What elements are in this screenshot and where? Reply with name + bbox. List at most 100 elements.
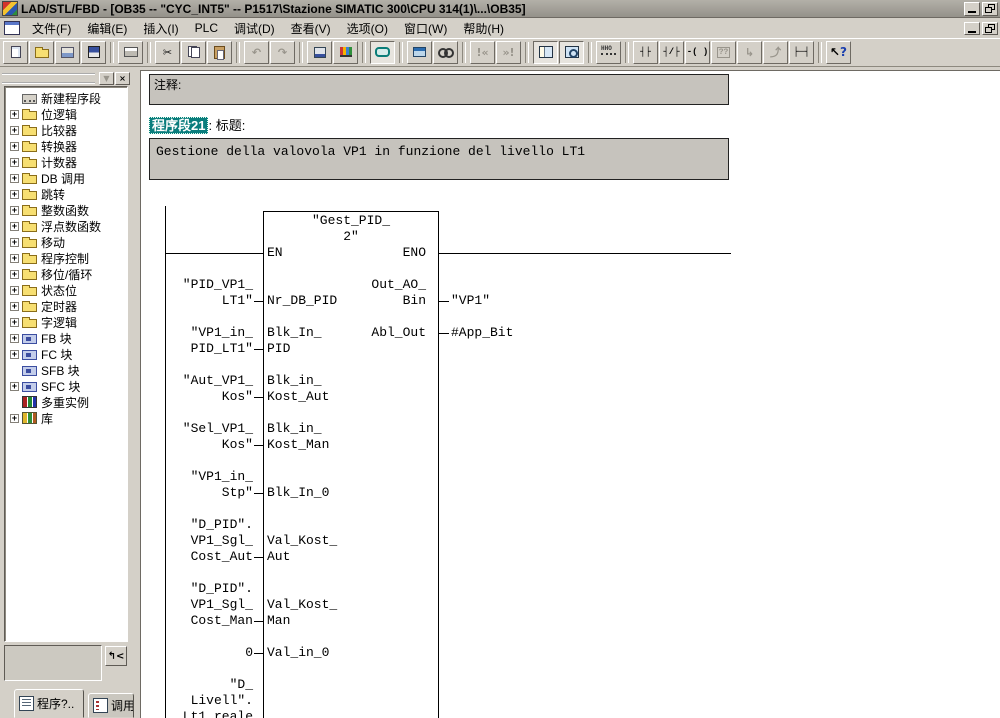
panel-dropdown-button[interactable]: ▼ — [99, 72, 114, 85]
sidebar-item[interactable]: +计数器 — [5, 154, 127, 170]
document-window-icon[interactable] — [4, 21, 20, 35]
sidebar-item[interactable]: +程序控制 — [5, 250, 127, 266]
fbd-operand[interactable]: #App_Bit — [451, 325, 513, 341]
expand-icon[interactable]: + — [10, 286, 19, 295]
expand-icon[interactable]: + — [10, 302, 19, 311]
paste-button[interactable] — [207, 41, 232, 64]
cut-button[interactable]: ✂ — [155, 41, 180, 64]
menu-debug[interactable]: 调试(D) — [226, 18, 283, 39]
sidebar-item[interactable]: +DB 调用 — [5, 170, 127, 186]
empty-box-button[interactable]: ?? — [711, 41, 736, 64]
sidebar-item[interactable]: +库 — [5, 410, 127, 426]
drag-grip[interactable] — [2, 73, 95, 84]
sidebar-item[interactable]: +移动 — [5, 234, 127, 250]
menu-file[interactable]: 文件(F) — [24, 18, 79, 39]
expand-icon[interactable]: + — [10, 318, 19, 327]
sidebar-item[interactable]: +状态位 — [5, 282, 127, 298]
mdi-minimize-button[interactable] — [964, 22, 980, 35]
sidebar-item[interactable]: +移位/循环 — [5, 266, 127, 282]
expand-icon[interactable]: + — [10, 270, 19, 279]
help-cursor-button[interactable]: ↖? — [826, 41, 851, 64]
expand-icon[interactable]: + — [10, 174, 19, 183]
redo-button[interactable]: ↷ — [270, 41, 295, 64]
close-branch-button[interactable]: ⤴ — [763, 41, 788, 64]
panel-close-button[interactable]: × — [115, 72, 130, 85]
sidebar-item[interactable]: 新建程序段 — [5, 90, 127, 106]
expand-icon[interactable]: + — [10, 334, 19, 343]
expand-icon[interactable]: + — [10, 254, 19, 263]
no-contact-button[interactable]: ┤├ — [633, 41, 658, 64]
nc-contact-button[interactable]: ┤/├ — [659, 41, 684, 64]
tab-program-elements[interactable]: 程序?.. — [14, 689, 84, 718]
expand-icon[interactable]: + — [10, 238, 19, 247]
menu-help[interactable]: 帮助(H) — [455, 18, 512, 39]
fbd-operand[interactable]: "VP1_in_ Stp" — [141, 469, 253, 501]
sidebar-item[interactable]: +比较器 — [5, 122, 127, 138]
sidebar-item[interactable]: +SFC 块 — [5, 378, 127, 394]
fbd-operand[interactable]: 0 — [141, 645, 253, 661]
undo-button[interactable]: ↶ — [244, 41, 269, 64]
menu-insert[interactable]: 插入(I) — [135, 18, 186, 39]
symbol-information-button[interactable] — [370, 41, 395, 64]
overview-button[interactable] — [559, 41, 584, 64]
mdi-restore-button[interactable] — [982, 22, 998, 35]
expand-icon[interactable]: + — [10, 190, 19, 199]
sidebar-item[interactable]: +FB 块 — [5, 330, 127, 346]
goto-previous-error-button[interactable]: !« — [470, 41, 495, 64]
menu-window[interactable]: 窗口(W) — [396, 18, 455, 39]
monitor-on-off-button[interactable] — [433, 41, 458, 64]
new-button[interactable] — [3, 41, 28, 64]
expand-icon[interactable]: + — [10, 158, 19, 167]
fbd-operand[interactable]: "PID_VP1_ LT1" — [141, 277, 253, 309]
menu-view[interactable]: 查看(V) — [283, 18, 339, 39]
minimize-button[interactable] — [964, 2, 980, 16]
expand-icon[interactable]: + — [10, 382, 19, 391]
network-connection-button[interactable] — [407, 41, 432, 64]
jump-back-button[interactable]: ↰< — [105, 646, 127, 666]
expand-icon[interactable]: + — [10, 110, 19, 119]
sidebar-item[interactable]: +浮点数函数 — [5, 218, 127, 234]
tab-call-structure[interactable]: 调用 — [88, 693, 134, 718]
expand-icon[interactable]: + — [10, 222, 19, 231]
fbd-operand[interactable]: "D_ Livell". Lt1 reale — [141, 677, 253, 718]
sidebar-item[interactable]: SFB 块 — [5, 362, 127, 378]
sidebar-item[interactable]: +位逻辑 — [5, 106, 127, 122]
coil-button[interactable]: -( ) — [685, 41, 710, 64]
save-button[interactable] — [81, 41, 106, 64]
sidebar-item[interactable]: +定时器 — [5, 298, 127, 314]
download-button[interactable] — [307, 41, 332, 64]
sidebar-item[interactable]: +跳转 — [5, 186, 127, 202]
fbd-operand[interactable]: "D_PID". VP1_Sgl_ Cost_Man — [141, 581, 253, 629]
fbd-operand[interactable]: "D_PID". VP1_Sgl_ Cost_Aut — [141, 517, 253, 565]
sidebar-item[interactable]: 多重实例 — [5, 394, 127, 410]
open-online-button[interactable] — [55, 41, 80, 64]
sidebar-item[interactable]: +FC 块 — [5, 346, 127, 362]
sidebar-item[interactable]: +转换器 — [5, 138, 127, 154]
block-title[interactable]: "Gest_PID_ 2" — [263, 213, 439, 245]
fbd-operand[interactable]: "Aut_VP1_ Kos" — [141, 373, 253, 405]
expand-icon[interactable]: + — [10, 126, 19, 135]
expand-icon[interactable]: + — [10, 142, 19, 151]
expand-icon[interactable]: + — [10, 414, 19, 423]
new-network-button[interactable] — [596, 41, 621, 64]
menu-options[interactable]: 选项(O) — [339, 18, 396, 39]
print-button[interactable] — [118, 41, 143, 64]
fbd-operand[interactable]: "VP1_in_ PID_LT1" — [141, 325, 253, 357]
copy-button[interactable] — [181, 41, 206, 64]
monitor-variable-button[interactable] — [333, 41, 358, 64]
goto-next-error-button[interactable]: »! — [496, 41, 521, 64]
fbd-operand[interactable]: "VP1" — [451, 293, 490, 309]
split-window-button[interactable] — [533, 41, 558, 64]
expand-icon[interactable]: + — [10, 206, 19, 215]
open-button[interactable] — [29, 41, 54, 64]
fbd-operand[interactable]: "Sel_VP1_ Kos" — [141, 421, 253, 453]
menu-plc[interactable]: PLC — [187, 19, 226, 37]
expand-icon[interactable]: + — [10, 350, 19, 359]
open-branch-button[interactable]: ↳ — [737, 41, 762, 64]
menu-edit[interactable]: 编辑(E) — [79, 18, 135, 39]
sidebar-item[interactable]: +整数函数 — [5, 202, 127, 218]
panel-header[interactable]: ▼ × — [2, 71, 130, 85]
restore-button[interactable] — [982, 2, 998, 16]
insert-connection-button[interactable]: ├─┤ — [789, 41, 814, 64]
sidebar-item[interactable]: +字逻辑 — [5, 314, 127, 330]
